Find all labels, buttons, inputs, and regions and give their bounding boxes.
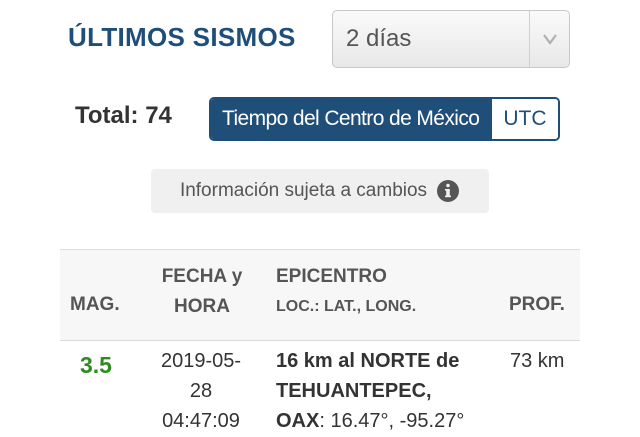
info-icon[interactable]: [436, 179, 460, 203]
toggle-utc[interactable]: UTC: [490, 99, 558, 139]
chevron-down-icon[interactable]: [529, 11, 569, 67]
table-header: MAG. FECHA y HORA EPICENTRO LOC.: LAT., …: [60, 250, 580, 341]
epicenter-value: 16 km al NORTE de TEHUANTEPEC, OAX: 16.4…: [276, 346, 506, 436]
period-select[interactable]: 2 días: [332, 10, 570, 68]
time-zone-toggle: Tiempo del Centro de México UTC: [209, 97, 560, 141]
table-row[interactable]: 3.5 2019-05- 28 04:47:09 16 km al NORTE …: [60, 342, 580, 437]
page-title: ÚLTIMOS SISMOS: [68, 22, 296, 52]
header-magnitude: MAG.: [70, 294, 120, 315]
location-line3: OAX: [276, 410, 320, 432]
header-epicenter: EPICENTRO: [276, 266, 387, 287]
info-notice: Información sujeta a cambios: [151, 169, 489, 213]
location-line1: 16 km al NORTE de: [276, 350, 460, 372]
total-count: Total: 74: [75, 102, 172, 129]
period-select-value: 2 días: [346, 25, 412, 52]
toggle-central-mexico-time[interactable]: Tiempo del Centro de México: [211, 99, 491, 139]
header-datetime-line1: FECHA y: [161, 266, 243, 287]
notice-text: Información sujeta a cambios: [179, 180, 428, 201]
date-line1: 2019-05-: [160, 350, 242, 372]
header-epicenter-sub: LOC.: LAT., LONG.: [276, 298, 417, 315]
header-datetime-line2: HORA: [174, 296, 230, 317]
depth-value: 73 km: [510, 350, 565, 372]
time-value: 04:47:09: [162, 410, 240, 432]
header-depth: PROF.: [509, 294, 565, 315]
magnitude-value: 3.5: [80, 352, 112, 378]
header-datetime: FECHA y HORA: [157, 262, 247, 322]
datetime-value: 2019-05- 28 04:47:09: [151, 346, 251, 436]
coords-value: : 16.47°, -95.27°: [319, 410, 465, 432]
date-line2: 28: [189, 380, 213, 402]
location-line2: TEHUANTEPEC,: [276, 380, 432, 402]
earthquake-table: MAG. FECHA y HORA EPICENTRO LOC.: LAT., …: [60, 249, 580, 437]
